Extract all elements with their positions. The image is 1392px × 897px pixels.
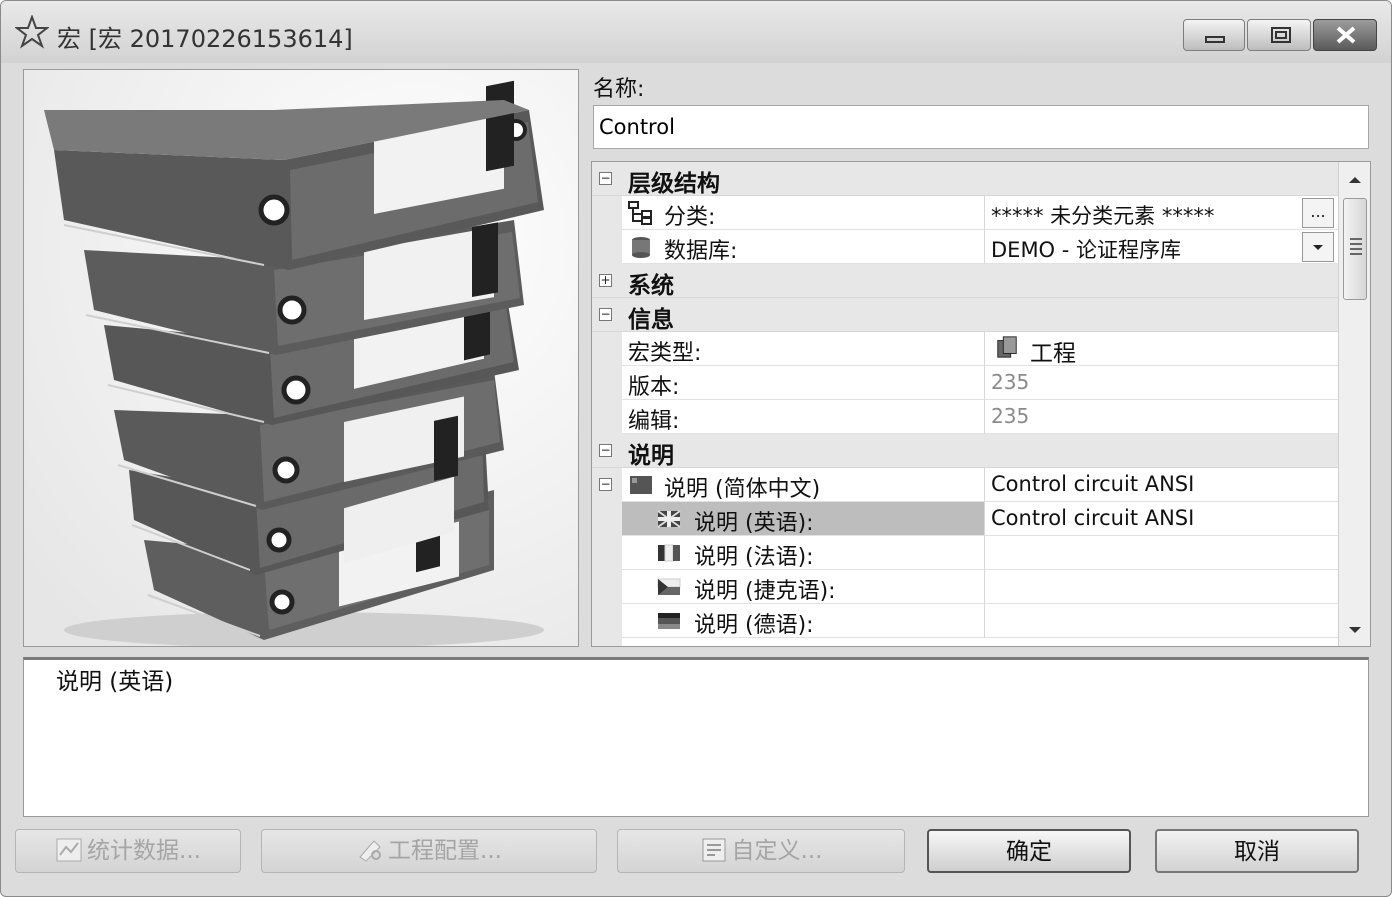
property-row-desc-fr[interactable]: 说明 (法语): <box>592 536 1338 570</box>
property-value[interactable]: Control circuit ANSI <box>991 506 1194 530</box>
restore-button[interactable] <box>1247 19 1311 51</box>
chevron-down-icon <box>1313 245 1323 250</box>
property-label: 说明 (英语): <box>694 511 814 536</box>
custom-label: 自定义... <box>731 838 823 864</box>
property-row-desc-de[interactable]: 说明 (德语): <box>592 604 1338 638</box>
section-label: 系统 <box>628 273 674 299</box>
scroll-down-icon[interactable] <box>1339 618 1371 642</box>
close-button[interactable] <box>1313 19 1377 51</box>
project-config-label: 工程配置... <box>388 838 502 864</box>
vertical-scrollbar[interactable] <box>1338 162 1370 646</box>
project-config-button[interactable]: 工程配置... <box>261 829 597 873</box>
flag-uk-icon <box>657 510 681 528</box>
statistics-label: 统计数据... <box>87 838 201 864</box>
property-value[interactable]: 工程 <box>1030 334 1076 368</box>
flag-germany-icon <box>658 613 680 629</box>
flag-czech-icon <box>657 578 681 595</box>
property-row-desc-en[interactable]: 说明 (英语): Control circuit ANSI <box>592 502 1338 536</box>
property-label: 编辑: <box>628 409 680 434</box>
property-row-desc-zh[interactable]: − 说明 (简体中文) Control circuit ANSI <box>592 468 1338 502</box>
section-label: 信息 <box>628 307 674 333</box>
minimize-button[interactable] <box>1183 19 1245 51</box>
property-row-edit[interactable]: 编辑: 235 <box>592 400 1338 434</box>
statistics-button[interactable]: 统计数据... <box>15 829 241 873</box>
star-icon <box>15 15 49 49</box>
property-row-macro-type[interactable]: 宏类型: 工程 <box>592 332 1338 368</box>
property-label: 数据库: <box>664 239 738 264</box>
project-settings-icon <box>359 839 382 862</box>
expand-icon[interactable]: + <box>599 274 612 287</box>
property-row-database[interactable]: 数据库: DEMO - 论证程序库 <box>592 230 1338 264</box>
property-label: 说明 (捷克语): <box>694 579 836 604</box>
scrollbar-thumb[interactable] <box>1343 198 1367 300</box>
section-info[interactable]: − 信息 <box>592 298 1338 333</box>
property-label: 分类: <box>664 205 716 230</box>
property-row-partial <box>592 638 1338 646</box>
customize-icon <box>702 838 726 861</box>
name-label: 名称: <box>593 77 645 102</box>
section-label: 说明 <box>628 443 674 469</box>
grip-icon <box>1350 238 1362 255</box>
binders-stack-image <box>24 70 578 646</box>
property-label: 说明 (法语): <box>694 545 814 570</box>
flag-china-icon <box>630 476 652 494</box>
macro-preview-image <box>23 69 579 647</box>
collapse-icon[interactable]: − <box>599 478 612 491</box>
section-hierarchy[interactable]: − 层级结构 <box>592 162 1338 197</box>
property-value[interactable]: Control circuit ANSI <box>991 472 1194 496</box>
description-panel: 说明 (英语) <box>23 657 1369 817</box>
cancel-button[interactable]: 取消 <box>1155 829 1359 873</box>
section-description[interactable]: − 说明 <box>592 434 1338 469</box>
ok-button[interactable]: 确定 <box>927 829 1131 873</box>
section-label: 层级结构 <box>628 171 720 197</box>
property-value: 235 <box>991 370 1030 394</box>
property-label: 版本: <box>628 375 680 400</box>
flag-france-icon <box>658 544 680 562</box>
property-label: 说明 (简体中文) <box>664 477 821 502</box>
property-label: 说明 (德语): <box>694 613 814 638</box>
dropdown-button[interactable] <box>1302 232 1334 262</box>
property-grid: − 层级结构 分类: ***** 未分类元素 ***** ... 数据库: DE… <box>591 161 1371 647</box>
project-icon <box>997 336 1017 358</box>
property-value[interactable]: DEMO - 论证程序库 <box>991 234 1181 264</box>
collapse-icon[interactable]: − <box>599 308 612 321</box>
window-title: 宏 [宏 20170226153614] <box>57 25 353 53</box>
chart-icon <box>56 838 82 861</box>
custom-button[interactable]: 自定义... <box>617 829 905 873</box>
property-row-version[interactable]: 版本: 235 <box>592 366 1338 400</box>
tree-structure-icon <box>628 201 652 225</box>
name-input[interactable] <box>593 105 1369 149</box>
property-value: 235 <box>991 404 1030 428</box>
description-text: 说明 (英语) <box>56 669 174 695</box>
title-bar[interactable]: 宏 [宏 20170226153614] <box>1 1 1391 63</box>
minimize-icon <box>1205 36 1225 43</box>
section-system[interactable]: + 系统 <box>592 264 1338 299</box>
macro-dialog: 宏 [宏 20170226153614] 名称: Control − 层级结构 … <box>0 0 1392 897</box>
property-label: 宏类型: <box>628 341 702 366</box>
property-value[interactable]: ***** 未分类元素 ***** <box>991 200 1214 230</box>
collapse-icon[interactable]: − <box>599 172 612 185</box>
restore-icon <box>1271 27 1291 43</box>
close-icon <box>1336 26 1356 44</box>
property-row-category[interactable]: 分类: ***** 未分类元素 ***** ... <box>592 196 1338 230</box>
property-row-desc-cs[interactable]: 说明 (捷克语): <box>592 570 1338 604</box>
database-icon <box>632 237 650 258</box>
collapse-icon[interactable]: − <box>599 444 612 457</box>
scroll-up-icon[interactable] <box>1339 168 1371 192</box>
browse-button[interactable]: ... <box>1302 198 1334 228</box>
